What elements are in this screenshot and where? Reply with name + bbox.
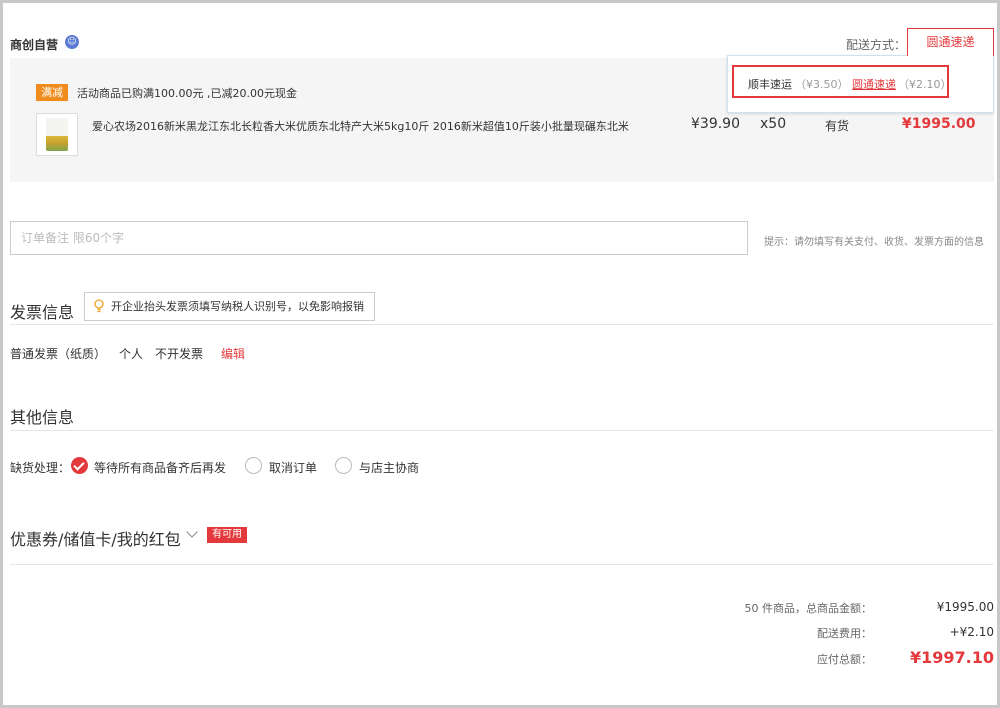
- other-info-title: 其他信息: [10, 408, 75, 427]
- promo-tag: 满减: [36, 84, 68, 101]
- product-quantity: x50: [760, 116, 787, 132]
- shipping-select[interactable]: 圆通速递: [907, 28, 994, 56]
- shipping-option-sf[interactable]: 顺丰速运: [748, 76, 792, 92]
- radio-negotiate[interactable]: [335, 457, 352, 474]
- summary-total-label: 应付总额：: [817, 653, 872, 666]
- coupon-available-badge: 有可用: [207, 527, 247, 543]
- summary-goods-amount: ¥1995.00: [936, 600, 994, 614]
- lightbulb-icon: [94, 299, 104, 313]
- shipping-option-sf-price: （¥3.50）: [795, 78, 849, 91]
- product-stock: 有货: [825, 119, 850, 133]
- stockout-label: 缺货处理：: [10, 461, 71, 475]
- order-note-input[interactable]: [10, 221, 748, 255]
- summary-count-label: 50 件商品，总商品金额：: [744, 602, 873, 615]
- shipping-label: 配送方式：: [846, 38, 907, 52]
- shipping-option-yto[interactable]: 圆通速递: [852, 76, 896, 92]
- product-subtotal: ¥1995.00: [902, 116, 976, 132]
- service-chat-icon[interactable]: ☺: [65, 35, 79, 49]
- shop-name: 商创自营: [10, 38, 59, 52]
- invoice-type: 普通发票（纸质）: [10, 347, 107, 361]
- product-thumbnail[interactable]: [36, 113, 78, 156]
- invoice-content: 不开发票: [155, 347, 204, 361]
- radio-cancel-order[interactable]: [245, 457, 262, 474]
- radio-negotiate-label[interactable]: 与店主协商: [359, 459, 419, 476]
- promo-text: 活动商品已购满100.00元 ,已减20.00元现金: [77, 87, 297, 100]
- divider: [10, 430, 994, 431]
- divider: [10, 564, 994, 565]
- divider: [10, 324, 994, 325]
- summary-total-amount: ¥1997.10: [909, 648, 994, 667]
- summary-shipping-label: 配送费用：: [817, 627, 872, 640]
- invoice-edit-link[interactable]: 编辑: [221, 345, 245, 362]
- product-name[interactable]: 爱心农场2016新米黑龙江东北长粒香大米优质东北特产大米5kg10斤 2016新…: [92, 118, 629, 134]
- invoice-tip: 开企业抬头发票须填写纳税人识别号，以免影响报销: [84, 292, 375, 321]
- summary-shipping-amount: +¥2.10: [949, 625, 994, 639]
- rice-bag-image: [46, 118, 68, 151]
- radio-wait-all[interactable]: [71, 457, 88, 474]
- invoice-person: 个人: [119, 347, 144, 361]
- product-price: ¥39.90: [691, 116, 740, 132]
- radio-cancel-order-label[interactable]: 取消订单: [269, 459, 317, 476]
- coupon-title[interactable]: 优惠券/储值卡/我的红包: [10, 526, 181, 550]
- invoice-tip-text: 开企业抬头发票须填写纳税人识别号，以免影响报销: [111, 300, 364, 313]
- shipping-option-yto-price: （¥2.10）: [898, 78, 952, 91]
- invoice-title: 发票信息: [10, 303, 75, 322]
- radio-wait-all-label[interactable]: 等待所有商品备齐后再发: [94, 459, 226, 476]
- order-note-tip: 提示：请勿填写有关支付、收货、发票方面的信息: [764, 237, 984, 248]
